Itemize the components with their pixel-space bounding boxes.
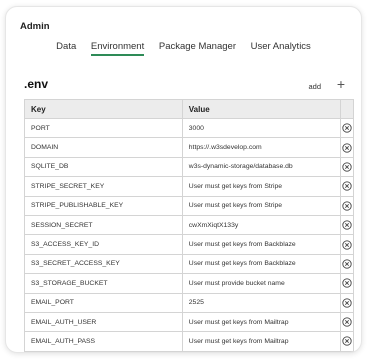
- section-title: .env: [24, 77, 49, 91]
- env-key-cell: S3_SECRET_ACCESS_KEY: [24, 253, 183, 275]
- delete-row-button[interactable]: [339, 253, 355, 275]
- close-circle-icon[interactable]: [342, 142, 352, 153]
- env-key-cell: DOMAIN: [24, 137, 183, 158]
- page-title: Admin: [20, 21, 50, 32]
- env-value-cell: User must get keys from Backblaze: [181, 234, 341, 255]
- env-key-cell: S3_STORAGE_BUCKET: [24, 273, 183, 294]
- env-key-cell: S3_ACCESS_KEY_ID: [24, 234, 183, 255]
- tab-data[interactable]: Data: [56, 41, 76, 54]
- table-row: S3_ACCESS_KEY_ID User must get keys from …: [24, 234, 355, 255]
- env-key-cell: STRIPE_PUBLISHABLE_KEY: [24, 195, 183, 216]
- close-circle-icon[interactable]: [342, 201, 352, 211]
- column-header-value: Value: [181, 99, 341, 119]
- table-body: PORT 3000 DOMAIN https://.w3sdevelop.com SQL…: [24, 117, 355, 352]
- table-row: EMAIL_AUTH_USER User must get keys from M…: [24, 311, 355, 333]
- env-value-cell: 2525: [181, 292, 341, 313]
- delete-row-button[interactable]: [339, 234, 355, 255]
- delete-row-button[interactable]: [339, 292, 355, 313]
- env-key-cell: PORT: [24, 117, 183, 139]
- env-value-cell: User must get keys from Stripe: [181, 176, 341, 197]
- env-key-cell: EMAIL_AUTH_PASS: [24, 331, 183, 352]
- tab-user-analytics[interactable]: User Analytics: [251, 41, 311, 54]
- close-circle-icon[interactable]: [342, 317, 352, 327]
- env-value-cell: User must provide bucket name: [181, 273, 341, 294]
- env-key-cell: SQLITE_DB: [24, 156, 183, 178]
- env-value-cell: https://.w3sdevelop.com: [181, 137, 341, 158]
- env-value-cell: User must get keys from Stripe: [181, 195, 341, 216]
- close-circle-icon[interactable]: [342, 298, 352, 308]
- env-value-cell: cwXmXiqtX133y: [181, 214, 341, 236]
- close-circle-icon[interactable]: [342, 162, 352, 172]
- delete-row-button[interactable]: [339, 311, 355, 333]
- env-key-cell: STRIPE_SECRET_KEY: [24, 176, 183, 197]
- delete-row-button[interactable]: [339, 137, 355, 158]
- table-row: SQLITE_DB w3s-dynamic-storage/database.db: [24, 156, 355, 178]
- close-circle-icon[interactable]: [342, 336, 352, 347]
- delete-row-button[interactable]: [339, 195, 355, 216]
- close-circle-icon[interactable]: [342, 239, 352, 250]
- table-row: EMAIL_AUTH_PASS User must get keys from M…: [24, 331, 355, 352]
- table-row: DOMAIN https://.w3sdevelop.com: [24, 137, 355, 158]
- table-row: STRIPE_SECRET_KEY User must get keys from…: [24, 176, 355, 197]
- delete-row-button[interactable]: [339, 117, 355, 139]
- tab-bar: Data Environment Package Manager User An…: [6, 41, 361, 56]
- table-row: EMAIL_PORT 2525: [24, 292, 355, 313]
- column-header-actions: [339, 99, 355, 119]
- env-value-cell: User must get keys from Mailtrap: [181, 311, 341, 333]
- close-circle-icon[interactable]: [342, 278, 352, 288]
- delete-row-button[interactable]: [339, 273, 355, 294]
- table-row: SESSION_SECRET cwXmXiqtX133y: [24, 214, 355, 236]
- env-value-cell: 3000: [181, 117, 341, 139]
- env-key-cell: EMAIL_AUTH_USER: [24, 311, 183, 333]
- delete-row-button[interactable]: [339, 214, 355, 236]
- plus-icon[interactable]: +: [337, 77, 345, 91]
- delete-row-button[interactable]: [339, 331, 355, 352]
- add-button[interactable]: add: [308, 82, 321, 91]
- table-row: S3_SECRET_ACCESS_KEY User must get keys f…: [24, 253, 355, 275]
- table-row: STRIPE_PUBLISHABLE_KEY User must get keys…: [24, 195, 355, 216]
- table-row: PORT 3000: [24, 117, 355, 139]
- close-circle-icon[interactable]: [342, 220, 352, 230]
- tab-environment[interactable]: Environment: [90, 41, 145, 56]
- column-header-key: Key: [24, 99, 183, 119]
- close-circle-icon[interactable]: [342, 123, 352, 133]
- delete-row-button[interactable]: [339, 156, 355, 178]
- table-row: S3_STORAGE_BUCKET User must provide bucke…: [24, 273, 355, 294]
- env-value-cell: w3s-dynamic-storage/database.db: [181, 156, 341, 178]
- env-key-cell: EMAIL_PORT: [24, 292, 183, 313]
- env-value-cell: User must get keys from Mailtrap: [181, 331, 341, 352]
- tab-package-manager[interactable]: Package Manager: [159, 41, 236, 54]
- table-header-row: Key Value: [24, 99, 355, 119]
- env-table: Key Value PORT 3000 DOMAIN https://.w3sdeve…: [24, 99, 355, 352]
- env-key-cell: SESSION_SECRET: [24, 214, 183, 236]
- admin-panel: Admin Data Environment Package Manager U…: [5, 6, 362, 353]
- close-circle-icon[interactable]: [342, 259, 352, 269]
- env-value-cell: User must get keys from Backblaze: [181, 253, 341, 275]
- close-circle-icon[interactable]: [342, 181, 352, 192]
- delete-row-button[interactable]: [339, 176, 355, 197]
